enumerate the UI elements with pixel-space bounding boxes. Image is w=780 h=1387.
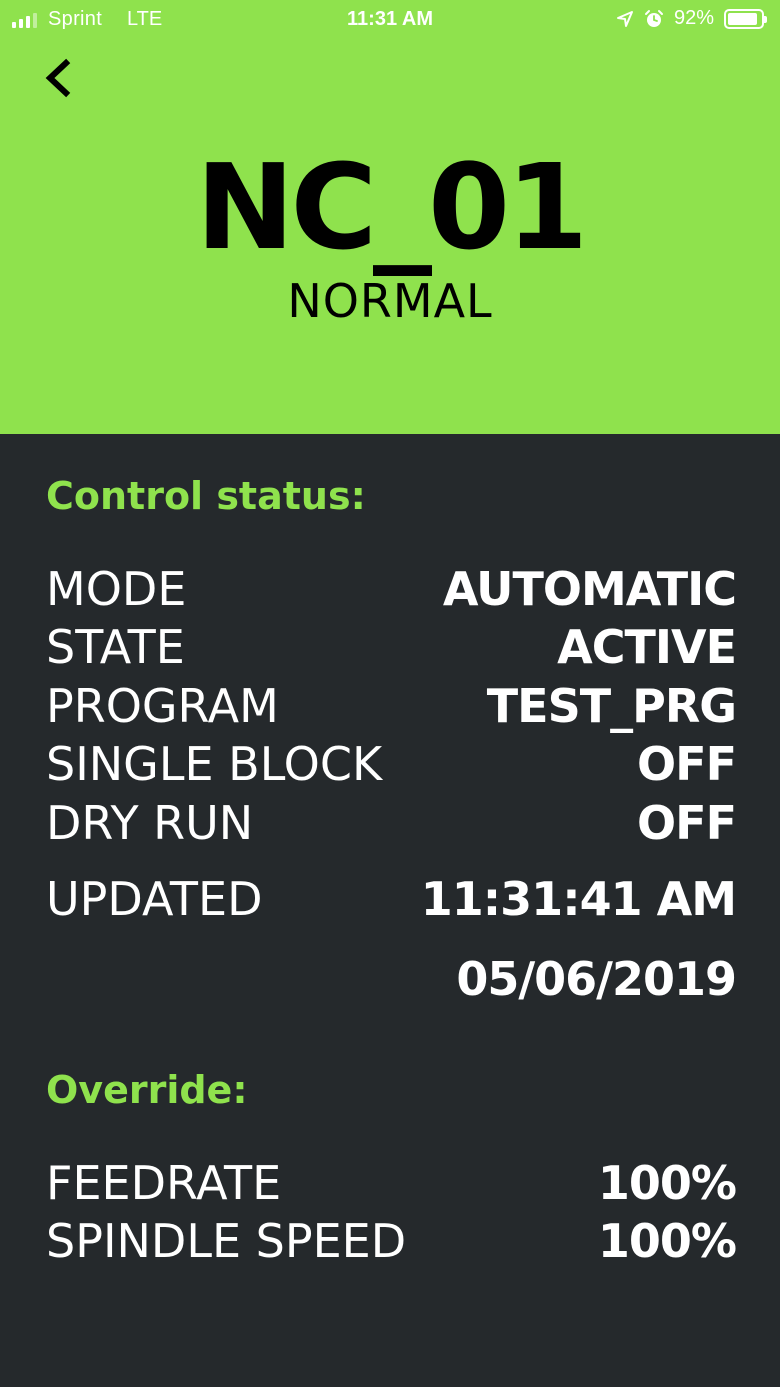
status-label: DRY RUN	[46, 796, 254, 850]
status-row-single-block: SINGLE BLOCK OFF	[46, 737, 737, 799]
chevron-left-icon	[45, 58, 71, 98]
status-value: ACTIVE	[557, 620, 737, 674]
location-icon	[616, 10, 633, 27]
status-value: AUTOMATIC	[442, 562, 737, 616]
override-row-spindle-speed: SPINDLE SPEED 100%	[46, 1214, 737, 1276]
status-bar: Sprint LTE 11:31 AM 92%	[0, 0, 780, 40]
status-label: SINGLE BLOCK	[46, 737, 383, 791]
status-value: OFF	[637, 796, 737, 850]
status-right-icons: 92%	[616, 7, 767, 30]
updated-date: 05/06/2019	[456, 952, 737, 1006]
machine-header: Sprint LTE 11:31 AM 92% NC_01 NORMAL	[0, 0, 780, 434]
alarm-clock-icon	[644, 9, 663, 27]
back-button[interactable]	[36, 55, 80, 101]
status-value: OFF	[637, 737, 737, 791]
updated-label: UPDATED	[46, 872, 263, 926]
battery-percentage: 92%	[673, 7, 714, 29]
override-label: SPINDLE SPEED	[46, 1214, 407, 1268]
override-title: Override:	[46, 1068, 248, 1112]
status-label: STATE	[46, 620, 185, 674]
status-row-mode: MODE AUTOMATIC	[46, 562, 737, 624]
control-status-title: Control status:	[46, 474, 366, 518]
override-value: 100%	[597, 1214, 737, 1268]
status-value: TEST_PRG	[486, 679, 737, 733]
status-row-dry-run: DRY RUN OFF	[46, 796, 737, 858]
status-row-state: STATE ACTIVE	[46, 620, 737, 682]
updated-time: 11:31:41 AM	[420, 872, 737, 926]
battery-icon	[724, 8, 767, 29]
machine-name: NC_01	[195, 138, 589, 276]
status-label: PROGRAM	[46, 679, 279, 733]
override-row-feedrate: FEEDRATE 100%	[46, 1156, 737, 1218]
status-row-program: PROGRAM TEST_PRG	[46, 679, 737, 741]
override-value: 100%	[597, 1156, 737, 1210]
updated-date-row: 05/06/2019	[46, 952, 737, 1014]
status-label: MODE	[46, 562, 187, 616]
override-label: FEEDRATE	[46, 1156, 282, 1210]
updated-row: UPDATED 11:31:41 AM	[46, 872, 737, 934]
machine-mode: NORMAL	[287, 274, 493, 328]
